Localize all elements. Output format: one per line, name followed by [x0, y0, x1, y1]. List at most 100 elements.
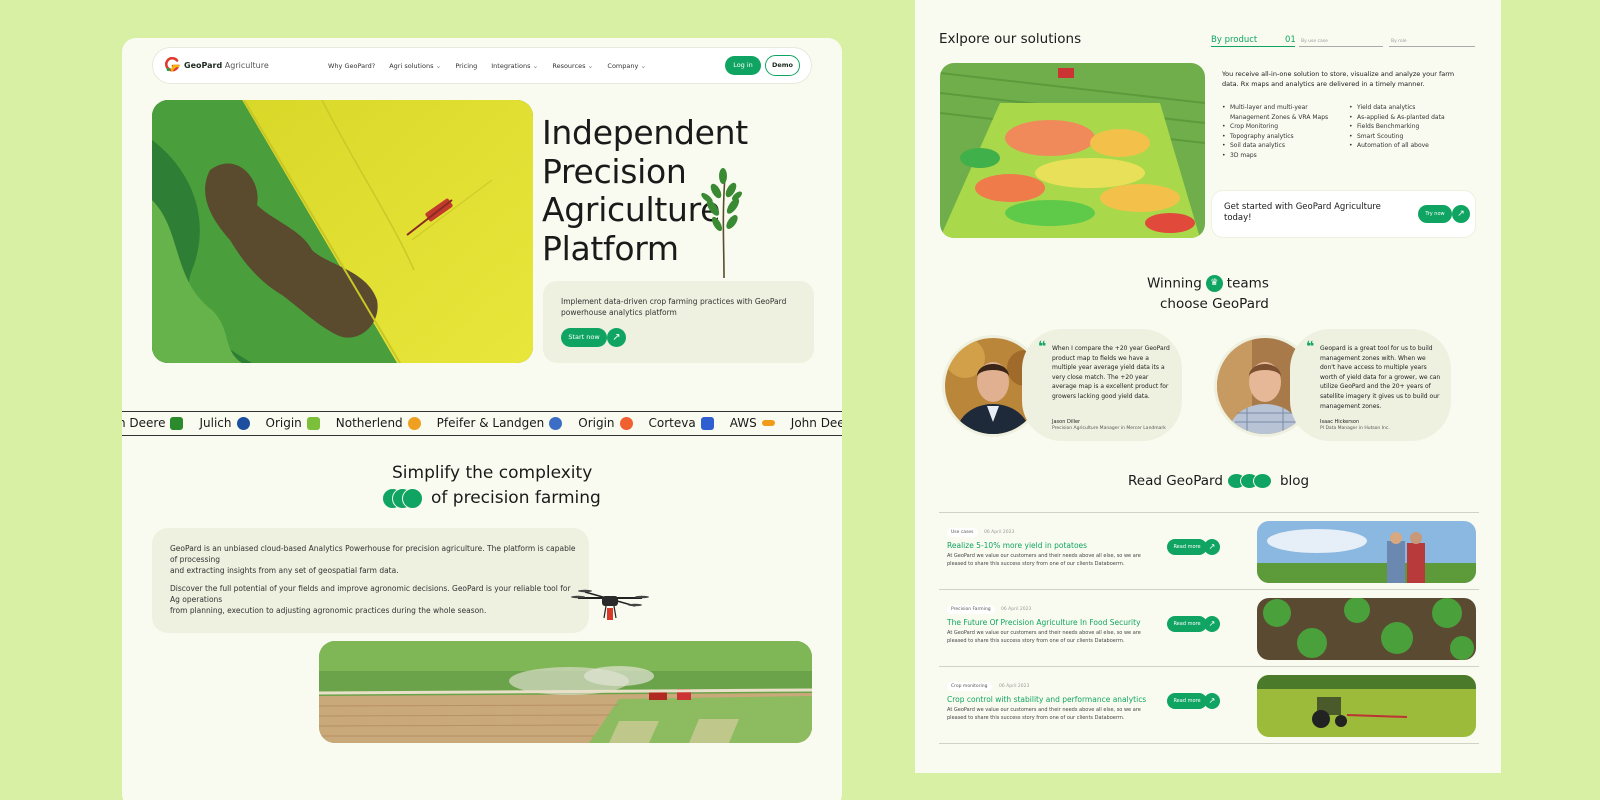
blog-post-excerpt: At GeoPard we value our customers and th…: [947, 707, 1141, 721]
partner-logo: Corteva: [649, 416, 714, 430]
julich-icon: [236, 416, 250, 430]
description-line: from planning, execution to adjusting ag…: [170, 606, 487, 615]
blog-post[interactable]: Use cases 06 April 2023 Realize 5-10% mo…: [939, 512, 1479, 589]
arrow-up-right-icon[interactable]: ↗: [1204, 539, 1220, 555]
tab-underline: [1299, 46, 1383, 47]
blog-date: 06 April 2023: [1001, 607, 1032, 612]
trophy-icon: ♛: [1205, 275, 1223, 292]
menu-item-why-geopard[interactable]: Why GeoPard?: [328, 62, 375, 70]
partner-name: Pfeifer & Landgen: [436, 416, 545, 430]
john-deere-icon: [170, 416, 184, 430]
yield-heatmap-image: [940, 63, 1205, 238]
origin-leaf-icon: [306, 416, 320, 430]
read-more-button[interactable]: Read more: [1167, 616, 1207, 632]
menu-label: Why GeoPard?: [328, 62, 376, 70]
wheat-icon: [382, 488, 424, 509]
start-now-button[interactable]: Start now: [561, 328, 607, 347]
blog-post[interactable]: Precision Farming 06 April 2023 The Futu…: [939, 589, 1479, 666]
menu-item-company[interactable]: Company ⌄: [607, 62, 646, 70]
partner-logo: Origin: [578, 416, 633, 430]
tab-underline: [1389, 46, 1475, 47]
hero-cta-card: Implement data-driven crop farming pract…: [543, 281, 814, 363]
arrow-up-right-icon[interactable]: ↗: [1452, 205, 1470, 223]
menu-item-resources[interactable]: Resources ⌄: [552, 62, 593, 70]
simplify-title-line1: Simplify the complexity: [392, 463, 593, 483]
tab-active-underline: [1211, 46, 1295, 48]
menu-label: Agri solutions: [389, 62, 434, 70]
simplify-description-card: GeoPard is an unbiased cloud-based Analy…: [152, 528, 589, 633]
notherlend-icon: [407, 416, 421, 430]
tractor-illustration: [1257, 675, 1476, 737]
partner-logo: Pfeifer & Landgen: [437, 416, 563, 430]
login-button[interactable]: Log in: [725, 56, 761, 75]
tree-illustration: [701, 168, 742, 278]
corteva-icon: [700, 416, 714, 430]
menu-label: Company: [607, 62, 639, 70]
partner-name: John Deere: [790, 416, 842, 430]
testimonial-role: PI Data Manager in Hutson Inc.: [1320, 426, 1390, 431]
read-more-button[interactable]: Read more: [1167, 539, 1207, 555]
features-list-right: Yield data analytics As-applied & As-pla…: [1349, 103, 1474, 151]
crops-illustration: [1257, 598, 1476, 660]
arrow-up-right-icon[interactable]: ↗: [1204, 616, 1220, 632]
menu-label: Integrations: [491, 62, 531, 70]
menu-item-agri-solutions[interactable]: Agri solutions ⌄: [389, 62, 441, 70]
feature-item: Yield data analytics: [1349, 103, 1474, 113]
partner-logo: Origin: [266, 416, 320, 430]
homepage-panel: GeoPard Agriculture Why GeoPard? Agri so…: [122, 38, 842, 800]
solutions-tabs: By product 01 By use case By role: [1211, 35, 1475, 48]
partner-name: n Deere: [122, 416, 166, 430]
partner-name: Notherlend: [335, 416, 403, 430]
drone-icon: [571, 589, 649, 620]
feature-item: Smart Scouting: [1349, 132, 1474, 142]
partner-name: Origin: [578, 416, 615, 430]
menu-item-integrations[interactable]: Integrations ⌄: [491, 62, 538, 70]
blog-category-badge: Use cases: [947, 528, 978, 537]
blog-title-text: blog: [1279, 473, 1310, 489]
testimonial-quote: When I compare the +20 year GeoPard prod…: [1052, 345, 1170, 400]
testimonials-title-line2: choose GeoPard: [1160, 296, 1269, 312]
blog-category-badge: Precision Farming: [947, 605, 995, 614]
main-menu: Why GeoPard? Agri solutions ⌄ Pricing Int…: [328, 62, 646, 70]
description-line: and extracting insights from any set of …: [170, 566, 399, 575]
blog-image-farmers: [1257, 521, 1476, 583]
testimonial-card: ❝ Geopard is a great tool for us to buil…: [1290, 329, 1451, 441]
features-list-left: Multi-layer and multi-year Management Zo…: [1222, 103, 1347, 160]
tab-number: 01: [1285, 35, 1296, 45]
blog-post-title[interactable]: Crop control with stability and performa…: [947, 695, 1146, 704]
top-navigation: GeoPard Agriculture Why GeoPard? Agri so…: [152, 47, 812, 84]
feature-item: As-applied & As-planted data: [1349, 113, 1474, 123]
chevron-down-icon: ⌄: [640, 62, 647, 70]
partner-name: AWS: [729, 416, 757, 430]
geopard-logo-icon: [165, 57, 180, 72]
blog-post-title[interactable]: The Future Of Precision Agriculture In F…: [947, 618, 1141, 627]
feature-item: Multi-layer and multi-year Management Zo…: [1222, 103, 1347, 122]
blog-post-title[interactable]: Realize 5-10% more yield in potatoes: [947, 541, 1087, 550]
farmers-illustration: [1257, 521, 1476, 583]
menu-item-pricing[interactable]: Pricing: [455, 62, 477, 70]
description-line: GeoPard is an unbiased cloud-based Analy…: [170, 544, 576, 564]
testimonial-quote: Geopard is a great tool for us to build …: [1320, 345, 1441, 410]
try-now-button[interactable]: Try now: [1418, 205, 1452, 223]
testimonials-title-word: teams: [1226, 275, 1269, 292]
tab-by-role[interactable]: By role: [1391, 39, 1407, 44]
solutions-title: Exlpore our solutions: [939, 31, 1082, 47]
brand-logo[interactable]: GeoPard Agriculture: [165, 57, 269, 73]
arrow-up-right-icon[interactable]: ↗: [607, 328, 626, 347]
tab-by-use-case[interactable]: By use case: [1301, 39, 1328, 44]
partner-name: Corteva: [648, 416, 696, 430]
demo-button[interactable]: Demo: [765, 55, 800, 76]
testimonial-role: Precision Agriculture Manager in Mercer …: [1052, 426, 1166, 431]
blog-post[interactable]: Crop monitoring 06 April 2023 Crop contr…: [939, 666, 1479, 743]
quote-icon: ❝: [1306, 339, 1315, 355]
arrow-up-right-icon[interactable]: ↗: [1204, 693, 1220, 709]
brand-name: GeoPard: [184, 60, 223, 70]
read-more-button[interactable]: Read more: [1167, 693, 1207, 709]
partner-logo: Notherlend: [336, 416, 421, 430]
feature-item: Automation of all above: [1349, 141, 1474, 151]
partner-logo-ticker: n Deere Julich Origin Notherlend Pfeifer…: [122, 411, 842, 436]
tab-by-product[interactable]: By product: [1211, 35, 1257, 45]
solutions-description: You receive all-in-one solution to store…: [1222, 70, 1455, 88]
blog-image-crops: [1257, 598, 1476, 660]
blog-date: 06 April 2023: [999, 684, 1030, 689]
